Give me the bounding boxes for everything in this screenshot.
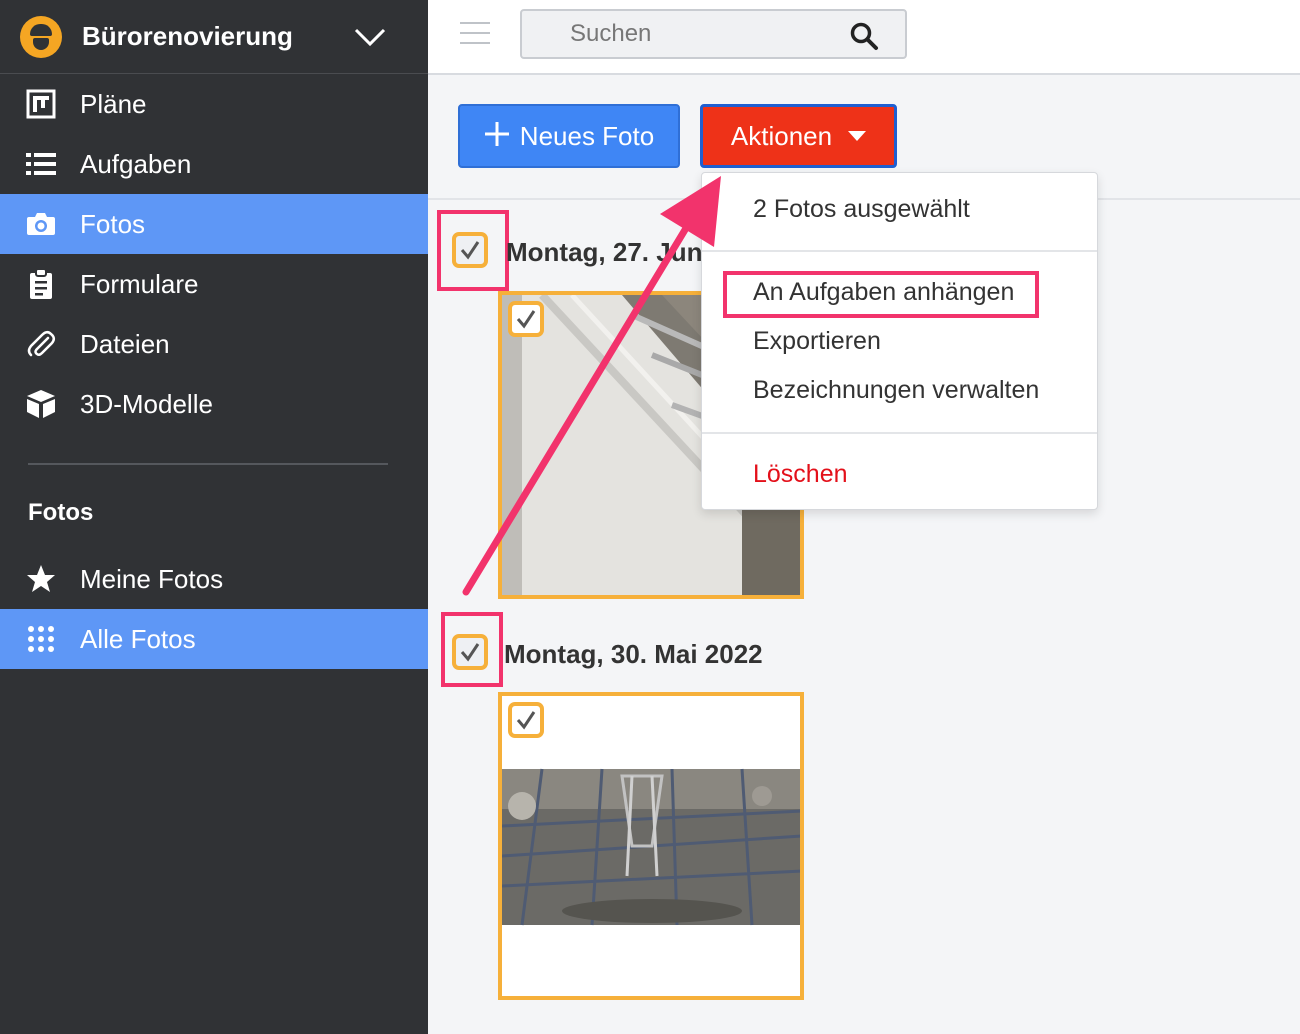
group-select-checkbox[interactable] xyxy=(452,232,488,268)
hamburger-menu-icon[interactable] xyxy=(460,22,490,44)
sidebar-item-label: Alle Fotos xyxy=(80,623,196,654)
menu-item-manage-labels[interactable]: Bezeichnungen verwalten xyxy=(753,376,1039,405)
sidebar-item-meine-fotos[interactable]: Meine Fotos xyxy=(0,549,428,609)
grid-dots-icon xyxy=(24,622,58,656)
sidebar-item-label: Meine Fotos xyxy=(80,563,224,594)
actions-button[interactable]: Aktionen xyxy=(700,104,897,168)
menu-divider xyxy=(702,432,1097,434)
photo-thumbnail[interactable] xyxy=(498,692,804,1000)
project-logo-icon xyxy=(20,15,62,58)
sidebar-item-aufgaben[interactable]: Aufgaben xyxy=(0,134,428,194)
clipboard-icon xyxy=(24,267,58,301)
sidebar-item-label: Fotos xyxy=(80,208,146,239)
menu-item-delete[interactable]: Löschen xyxy=(753,460,848,489)
sidebar-item-label: 3D-Modelle xyxy=(80,388,213,419)
menu-item-export[interactable]: Exportieren xyxy=(753,327,881,356)
cube-icon xyxy=(24,387,58,421)
main-nav: Pläne Aufgaben Fotos Formulare Dateien 3… xyxy=(0,74,428,434)
search-input[interactable] xyxy=(522,11,842,57)
paperclip-icon xyxy=(24,327,58,361)
star-icon xyxy=(24,562,58,596)
checkmark-icon xyxy=(460,643,480,662)
camera-icon xyxy=(24,207,58,241)
sidebar-item-plaene[interactable]: Pläne xyxy=(0,74,428,134)
list-icon xyxy=(24,147,58,181)
actions-label: Aktionen xyxy=(730,120,833,151)
sidebar-item-fotos[interactable]: Fotos xyxy=(0,194,428,254)
sidebar-item-label: Formulare xyxy=(80,268,199,299)
new-photo-label: Neues Foto xyxy=(519,120,655,151)
search-icon[interactable] xyxy=(849,21,879,51)
sidebar-item-label: Pläne xyxy=(80,88,147,119)
actions-dropdown-menu: 2 Fotos ausgewählt An Aufgaben anhängen … xyxy=(701,172,1098,510)
group-select-checkbox[interactable] xyxy=(452,634,488,670)
project-name: Bürorenovierung xyxy=(82,21,293,51)
plans-icon xyxy=(24,87,58,121)
sidebar-item-label: Aufgaben xyxy=(80,148,192,179)
photo-select-checkbox[interactable] xyxy=(508,702,544,738)
sidebar-item-3d-modelle[interactable]: 3D-Modelle xyxy=(0,374,428,434)
checkmark-icon xyxy=(516,711,536,730)
project-switcher[interactable]: Bürorenovierung xyxy=(0,0,428,74)
photo-select-checkbox[interactable] xyxy=(508,301,544,337)
plus-icon xyxy=(484,119,510,153)
sidebar-item-formulare[interactable]: Formulare xyxy=(0,254,428,314)
sidebar-section-title: Fotos xyxy=(28,499,94,526)
caret-down-icon xyxy=(848,131,867,141)
sidebar-item-alle-fotos[interactable]: Alle Fotos xyxy=(0,609,428,669)
selection-count-text: 2 Fotos ausgewählt xyxy=(753,195,970,223)
photos-sub-nav: Meine Fotos Alle Fotos xyxy=(0,549,428,669)
sidebar: Bürorenovierung Pläne Aufgaben Fotos For… xyxy=(0,0,428,1034)
menu-item-attach-to-tasks[interactable]: An Aufgaben anhängen xyxy=(753,278,1014,307)
group-date-label: Montag, 30. Mai 2022 xyxy=(504,639,763,669)
checkmark-icon xyxy=(460,241,480,260)
new-photo-button[interactable]: Neues Foto xyxy=(458,104,680,168)
checkmark-icon xyxy=(516,310,536,329)
sidebar-item-label: Dateien xyxy=(80,328,170,359)
rebar-foundation-image xyxy=(502,696,800,996)
menu-divider xyxy=(702,250,1097,252)
search-box xyxy=(520,9,907,59)
top-bar xyxy=(428,0,1300,75)
sidebar-item-dateien[interactable]: Dateien xyxy=(0,314,428,374)
chevron-down-icon[interactable] xyxy=(340,17,400,57)
